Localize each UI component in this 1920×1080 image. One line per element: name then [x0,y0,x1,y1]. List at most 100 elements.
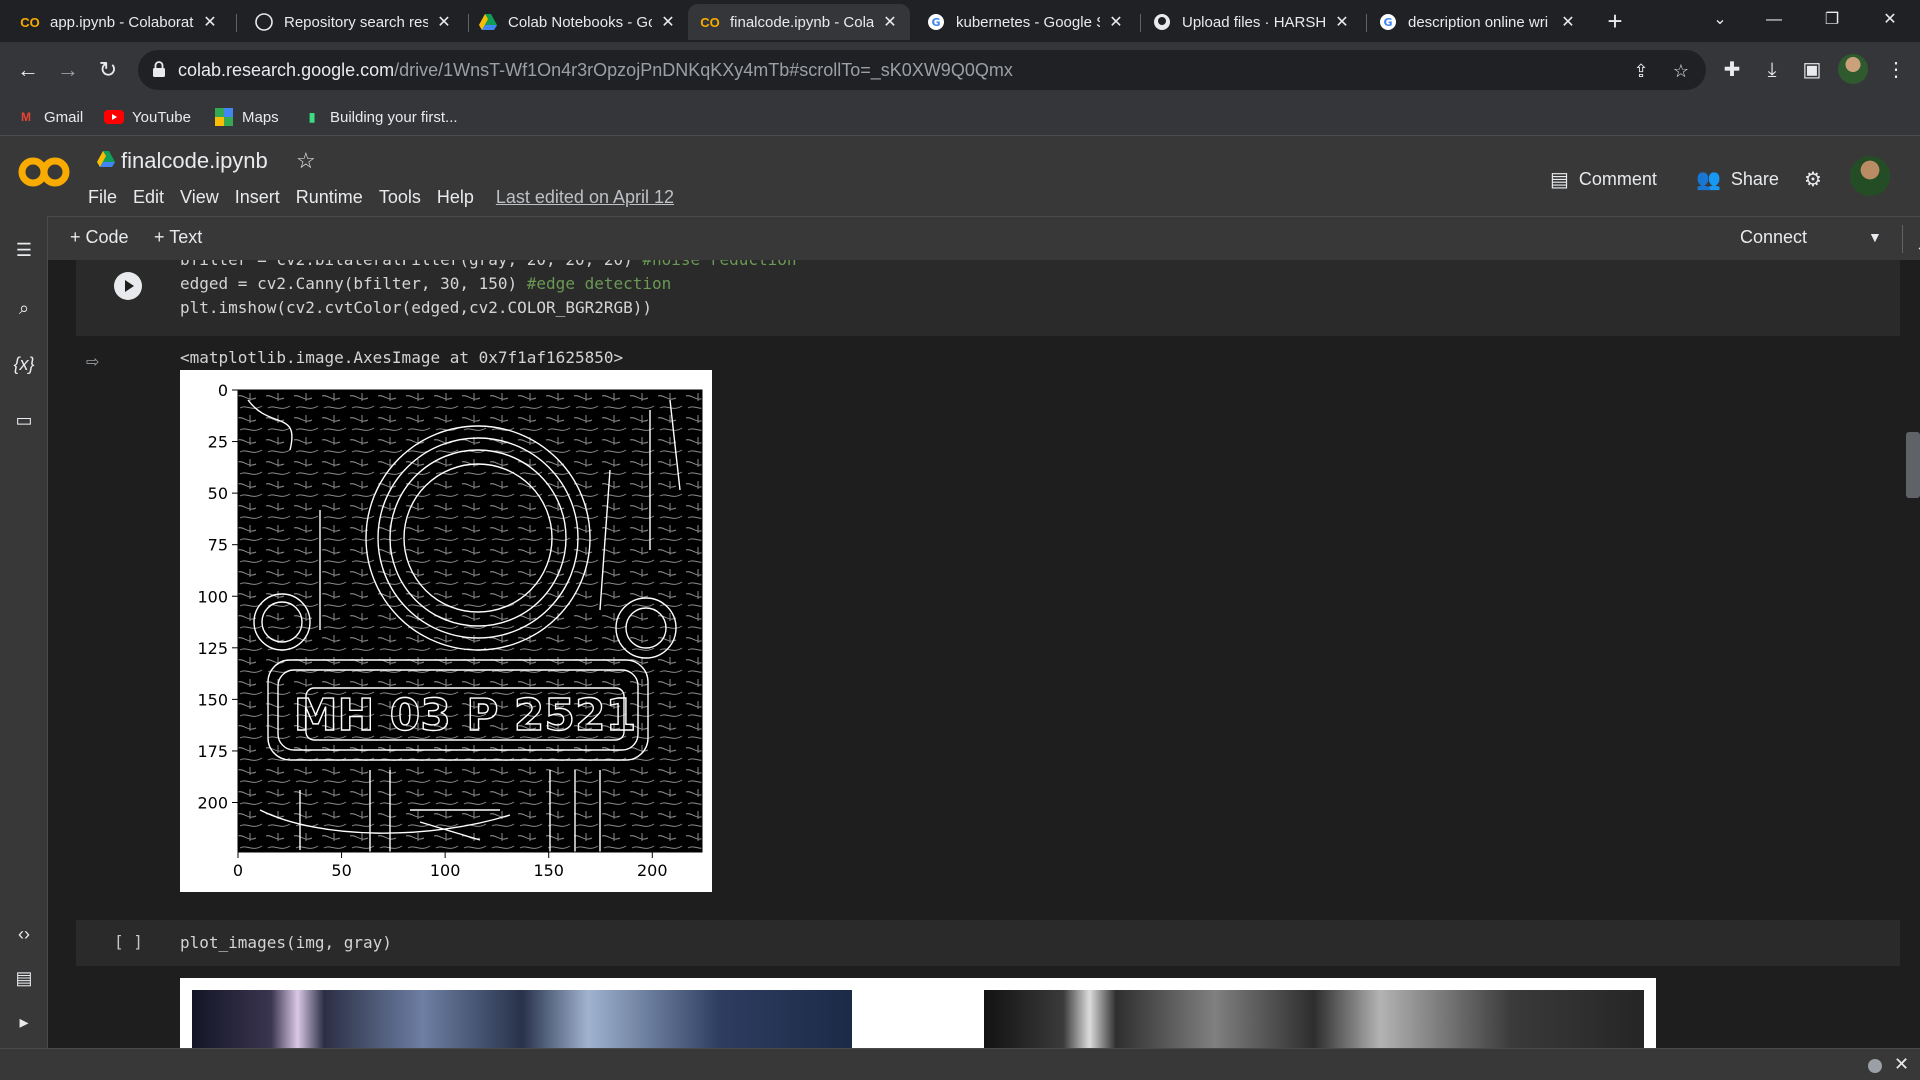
close-icon[interactable]: ✕ [1334,12,1350,32]
comment-button[interactable]: ▤ Comment [1550,164,1657,194]
back-icon[interactable]: ← [12,54,44,86]
close-icon[interactable]: ✕ [1560,12,1576,32]
color-image-thumbnail [192,990,852,1048]
address-bar[interactable]: colab.research.google.com/drive/1WnsT-Wf… [138,50,1706,90]
share-page-icon[interactable]: ⇪ [1630,60,1652,82]
close-icon[interactable]: ✕ [436,12,452,32]
close-icon[interactable]: ✕ [1894,1054,1909,1075]
tab-search-icon[interactable]: ⌄ [1690,4,1750,36]
y-tick-label: 100 [197,587,228,606]
browser-tab-7[interactable]: G description online wri ✕ [1366,4,1588,40]
new-tab-button[interactable]: + [1600,6,1630,36]
bookmarks-bar: M Gmail YouTube Maps ▮ Building your fir… [0,98,1920,136]
browser-menu-icon[interactable]: ⋮ [1882,56,1910,84]
folder-icon[interactable]: ▭ [10,406,38,434]
terminal-icon[interactable]: ▸ [10,1008,38,1036]
share-button[interactable]: 👥 Share [1696,164,1779,194]
tab-title: description online wri [1408,13,1549,31]
reload-icon[interactable]: ↻ [92,54,124,86]
star-icon[interactable]: ☆ [296,148,316,174]
code-snippets-icon[interactable]: ‹› [10,920,38,948]
browser-tab-2[interactable]: Repository search res ✕ [242,4,464,40]
colab-logo[interactable] [18,154,70,190]
gray-image-thumbnail [984,990,1644,1048]
last-edited-link[interactable]: Last edited on April 12 [496,187,674,208]
side-panel-icon[interactable]: ▣ [1798,56,1826,84]
close-icon[interactable]: ✕ [1108,12,1124,32]
menu-help[interactable]: Help [437,187,474,208]
minimize-button[interactable]: — [1744,4,1804,36]
plot-svg: MH 03 P 2521 0 50 100 150 200 0 25 50 75 100 125 1… [197,381,703,880]
menu-insert[interactable]: Insert [235,187,280,208]
menu-runtime[interactable]: Runtime [296,187,363,208]
code-cell-plot-images[interactable]: [ ] plot_images(img, gray) [76,920,1900,966]
add-code-button[interactable]: + Code [70,227,129,248]
y-tick-label: 50 [208,484,228,503]
code-line-3: plt.imshow(cv2.cvtColor(edged,cv2.COLOR_… [180,298,653,317]
x-tick-label: 50 [331,861,351,880]
status-indicator-icon [1868,1059,1882,1073]
google-icon: G [926,12,946,32]
command-palette-icon[interactable]: ▤ [10,964,38,992]
menu-edit[interactable]: Edit [133,187,164,208]
browser-tab-6[interactable]: Upload files · HARSHA ✕ [1140,4,1362,40]
menu-file[interactable]: File [88,187,117,208]
close-icon[interactable]: ✕ [660,12,676,32]
browser-tab-1[interactable]: CO app.ipynb - Colaborat ✕ [8,4,230,40]
colab-header: finalcode.ipynb ☆ File Edit View Insert … [0,136,1920,216]
browser-tab-3[interactable]: Colab Notebooks - Go ✕ [466,4,688,40]
bookmark-label: YouTube [132,108,191,126]
extensions-icon[interactable]: ✚ [1718,56,1746,84]
edge-texture [238,390,702,852]
close-icon[interactable]: ✕ [202,12,218,32]
notebook-title[interactable]: finalcode.ipynb [121,148,268,174]
gmail-icon: M [21,110,31,124]
connect-button[interactable]: Connect [1740,227,1807,248]
bookmark-youtube[interactable]: YouTube [104,106,191,128]
search-icon[interactable]: ⌕ [10,294,38,322]
browser-tab-5[interactable]: G kubernetes - Google S ✕ [914,4,1136,40]
tab-title: finalcode.ipynb - Cola [730,13,874,31]
tab-title: kubernetes - Google S [956,13,1100,31]
maps-icon [214,108,234,126]
tab-title: app.ipynb - Colaborat [50,13,194,31]
x-tick-label: 100 [430,861,461,880]
youtube-icon [104,109,124,125]
colab-icon: CO [700,14,720,30]
code-comment: #edge detection [526,274,672,293]
menu-tools[interactable]: Tools [379,187,421,208]
close-window-button[interactable]: ✕ [1860,4,1920,36]
code-line-2: edged = cv2.Canny(bfilter, 30, 150) #edg… [180,272,671,296]
output-icon[interactable]: ⇨ [86,352,110,372]
restore-button[interactable]: ❐ [1802,4,1862,36]
code-cell-canny[interactable]: bfilter = cv2.bilateralFilter(gray, 20, … [76,260,1900,336]
lock-icon [152,60,172,80]
scrollbar[interactable] [1906,432,1920,498]
y-tick-label: 125 [197,639,228,658]
chevron-down-icon[interactable]: ▼ [1868,229,1882,245]
cell-run-bracket[interactable]: [ ] [114,932,143,951]
bookmark-gmail[interactable]: M Gmail [16,106,83,128]
y-tick-label: 25 [208,433,228,452]
drive-icon[interactable] [96,150,116,168]
add-text-button[interactable]: + Text [154,227,202,248]
menu-view[interactable]: View [180,187,219,208]
settings-button[interactable]: ⚙ [1804,164,1832,194]
bookmark-building[interactable]: ▮ Building your first... [302,106,458,128]
variables-icon[interactable]: {x} [10,350,38,378]
download-icon[interactable]: ⤓ [1758,56,1786,84]
browser-tab-4[interactable]: CO finalcode.ipynb - Cola ✕ [688,4,910,40]
close-icon[interactable]: ✕ [882,12,898,32]
browser-tab-strip: CO app.ipynb - Colaborat ✕ Repository se… [0,0,1920,42]
bookmark-label: Maps [242,108,279,126]
y-tick-label: 0 [218,381,228,400]
svg-text:G: G [931,16,940,29]
avatar[interactable] [1850,156,1890,196]
forward-icon[interactable]: → [52,54,84,86]
bookmark-star-icon[interactable]: ☆ [1670,60,1692,82]
profile-avatar[interactable] [1838,54,1868,84]
y-tick-label: 75 [208,536,228,555]
bookmark-maps[interactable]: Maps [214,106,279,128]
run-cell-button[interactable] [114,272,142,300]
table-of-contents-icon[interactable]: ☰ [10,236,38,264]
